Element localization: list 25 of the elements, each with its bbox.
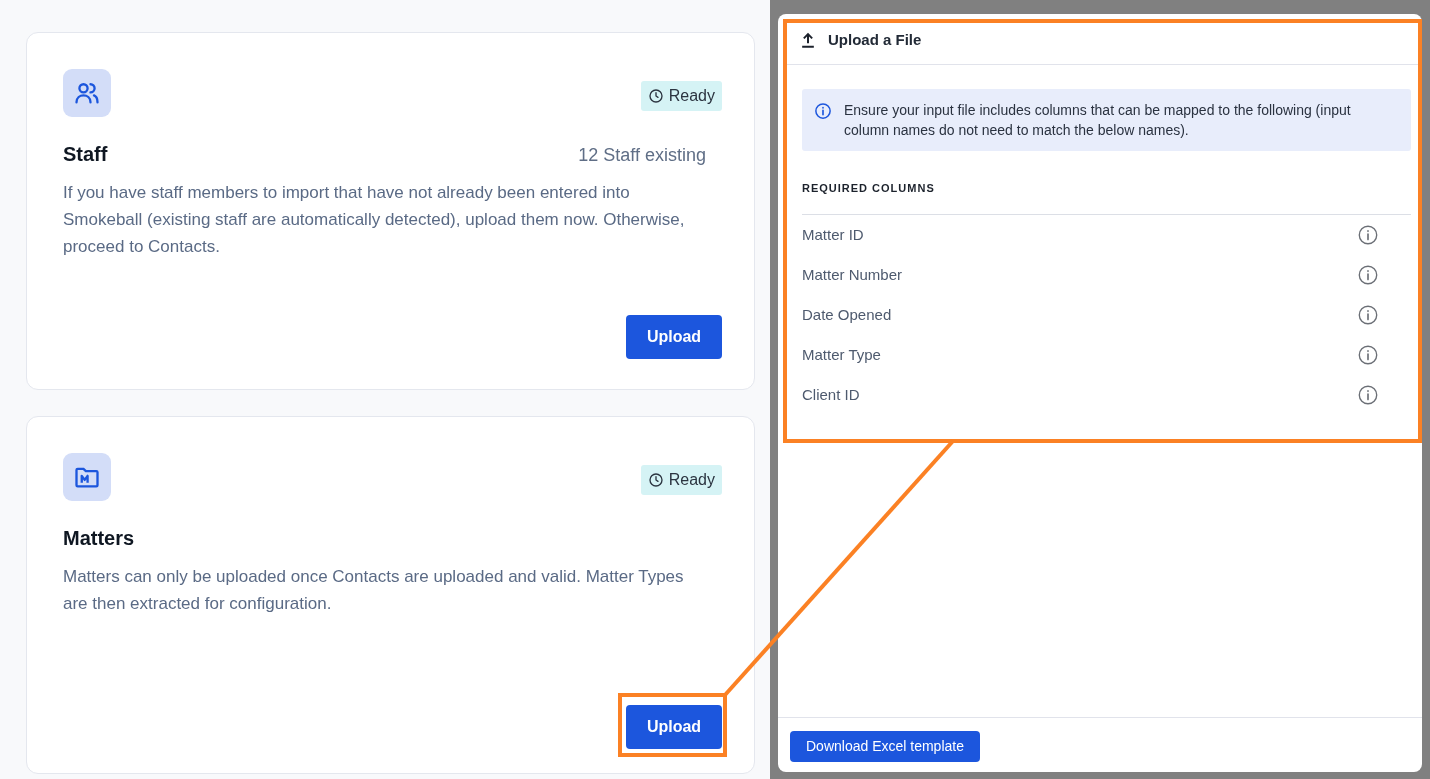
info-icon bbox=[1357, 264, 1379, 286]
info-icon bbox=[1357, 224, 1379, 246]
clock-icon bbox=[647, 472, 664, 488]
section-heading: REQUIRED COLUMNS bbox=[802, 179, 1411, 215]
card-title: Matters bbox=[63, 526, 135, 551]
status-badge: Ready bbox=[640, 81, 722, 111]
info-icon bbox=[1357, 344, 1379, 366]
status-badge: Ready bbox=[640, 465, 722, 495]
info-icon bbox=[1357, 384, 1379, 406]
card-description: Matters can only be uploaded once Contacts are uploaded and valid. Matter Types are then extracted for configuration. bbox=[63, 566, 685, 615]
upload-button[interactable]: Upload bbox=[626, 315, 722, 359]
column-name: Matter ID bbox=[802, 224, 864, 245]
download-button[interactable]: Download Excel template bbox=[790, 731, 980, 762]
info-icon bbox=[1357, 304, 1379, 326]
column-name: Matter Number bbox=[802, 264, 903, 285]
card-title: Staff bbox=[63, 142, 108, 167]
card-description: If you have staff members to import that have not already been entered into Smokeball (existing staff are automatically detected), upload them now. Otherwise, proceed to Contacts. bbox=[63, 182, 686, 258]
upload-button[interactable]: Upload bbox=[626, 705, 722, 749]
clock-icon bbox=[647, 88, 664, 104]
staff-count: 12 Staff existing bbox=[578, 144, 706, 167]
column-name: Matter Type bbox=[802, 344, 881, 365]
column-name: Client ID bbox=[802, 384, 860, 405]
panel-title: Upload a File bbox=[828, 30, 922, 50]
column-name: Date Opened bbox=[802, 304, 892, 325]
notice-text: Ensure your input file includes columns that can be mapped to the following (input column names do not need to match the below names). bbox=[844, 100, 1352, 140]
